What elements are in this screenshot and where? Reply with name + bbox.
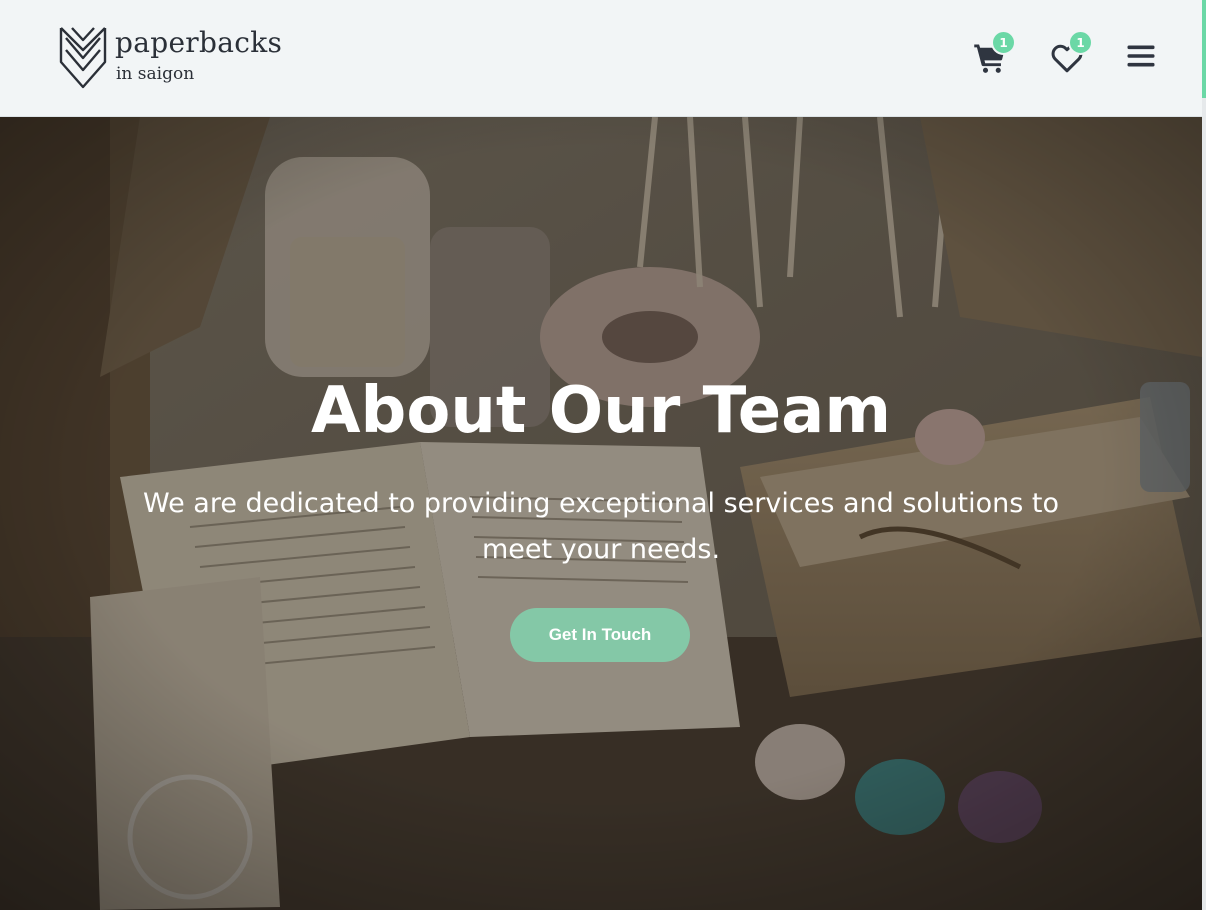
wishlist-button[interactable]: 1	[1049, 30, 1093, 80]
cart-button[interactable]: 1	[972, 30, 1016, 80]
book-chevron-logo-icon	[59, 27, 107, 89]
site-header: paperbacks in saigon 1 1	[0, 0, 1202, 117]
hero-subtitle: We are dedicated to providing exceptiona…	[142, 488, 1060, 565]
wishlist-count-badge: 1	[1068, 30, 1093, 55]
logo-tagline: in saigon	[116, 64, 195, 84]
cart-count-badge: 1	[991, 30, 1016, 55]
hamburger-menu-icon	[1127, 45, 1155, 67]
logo-name: paperbacks	[115, 26, 283, 59]
menu-button[interactable]	[1123, 38, 1163, 78]
get-in-touch-button[interactable]: Get In Touch	[510, 608, 690, 662]
scroll-progress-indicator	[1202, 0, 1206, 98]
scrollbar-track[interactable]	[1202, 98, 1206, 910]
hero-section: About Our Team We are dedicated to provi…	[0, 117, 1202, 910]
hero-title: About Our Team	[311, 374, 891, 448]
site-logo[interactable]: paperbacks in saigon	[58, 24, 308, 90]
